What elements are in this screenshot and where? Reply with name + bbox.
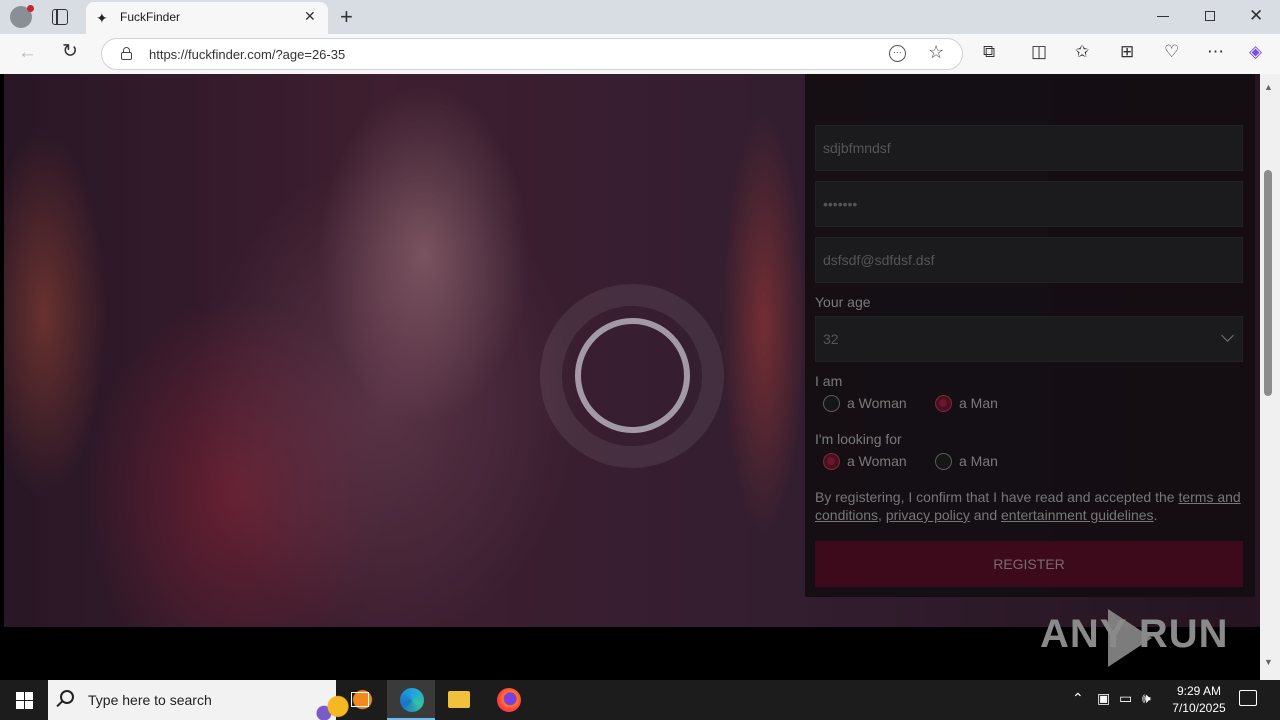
search-icon (60, 690, 74, 704)
site-favicon-icon: ✦ (96, 10, 108, 26)
browser-titlebar: ✦ FuckFinder ✕ + ✕ (0, 0, 1280, 34)
i-am-woman-label[interactable]: a Woman (847, 395, 907, 411)
taskbar-explorer-button[interactable] (435, 680, 483, 720)
looking-for-woman-radio[interactable] (823, 453, 840, 470)
i-am-label: I am (815, 373, 843, 389)
edge-icon (400, 688, 424, 712)
reload-icon[interactable]: ↻ (62, 40, 78, 63)
username-field[interactable]: sdjbfmndsf (815, 125, 1243, 171)
browser-toolbar: ← ↻ https://fuckfinder.com/?age=26-35 ··… (0, 34, 1280, 74)
windows-taskbar: Type here to search ⌃ ▣ ▭ 🕪 9:29 AM 7/10… (0, 680, 1280, 720)
window-restore-button[interactable] (1205, 11, 1215, 21)
extensions-icon[interactable]: ⧉ (983, 42, 995, 62)
task-view-button[interactable] (336, 680, 384, 720)
legal-consent-text: By registering, I confirm that I have re… (815, 488, 1243, 524)
i-am-man-label[interactable]: a Man (959, 395, 998, 411)
window-close-button[interactable]: ✕ (1249, 6, 1263, 26)
taskbar-firefox-button[interactable] (484, 680, 532, 720)
tab-close-icon[interactable]: ✕ (304, 8, 316, 25)
register-button[interactable]: REGISTER (815, 541, 1243, 587)
site-info-lock-icon[interactable] (121, 47, 132, 60)
read-aloud-icon[interactable]: ··· (889, 45, 906, 62)
looking-for-woman-label[interactable]: a Woman (847, 453, 907, 469)
clock-date: 7/10/2025 (1172, 701, 1226, 715)
copilot-icon[interactable]: ◈ (1249, 42, 1262, 62)
i-am-woman-radio[interactable] (823, 395, 840, 412)
scroll-up-icon[interactable]: ▲ (1264, 82, 1273, 92)
meet-now-icon[interactable]: ▣ (1097, 690, 1110, 707)
favorite-star-icon[interactable]: ☆ (928, 42, 944, 63)
tab-title: FuckFinder (120, 10, 181, 24)
looking-for-man-label[interactable]: a Man (959, 453, 998, 469)
scrollbar-thumb[interactable] (1264, 170, 1272, 396)
web-page: sdjbfmndsf ••••••• dsfsdf@sdfdsf.dsf You… (0, 74, 1280, 680)
network-icon[interactable]: ▭ (1119, 690, 1132, 707)
back-arrow-icon[interactable]: ← (18, 42, 37, 64)
address-bar[interactable]: https://fuckfinder.com/?age=26-35 ··· ☆ (101, 38, 963, 70)
window-minimize-button[interactable] (1157, 16, 1169, 17)
taskbar-edge-button[interactable] (387, 680, 435, 720)
settings-more-icon[interactable]: ⋯ (1207, 42, 1224, 62)
loading-spinner-icon (575, 318, 690, 433)
age-select[interactable]: 32 (815, 316, 1243, 362)
new-tab-button[interactable]: + (340, 4, 353, 30)
taskbar-clock[interactable]: 9:29 AM 7/10/2025 (1164, 683, 1234, 717)
firefox-icon (497, 688, 521, 712)
anyrun-watermark: ANY RUN (1040, 612, 1229, 656)
looking-for-man-radio[interactable] (935, 453, 952, 470)
task-view-icon (351, 692, 369, 707)
age-select-value: 32 (823, 331, 839, 347)
taskbar-search-placeholder[interactable]: Type here to search (88, 692, 212, 708)
legal-and: and (969, 507, 1001, 523)
registration-form: sdjbfmndsf ••••••• dsfsdf@sdfdsf.dsf You… (805, 74, 1255, 597)
notifications-icon[interactable] (1239, 690, 1257, 706)
windows-start-icon[interactable] (16, 692, 33, 709)
tab-active[interactable]: ✦ FuckFinder ✕ (86, 2, 328, 34)
collections-icon[interactable]: ⊞ (1120, 42, 1134, 62)
entertainment-guidelines-link[interactable]: entertainment guidelines (1001, 507, 1154, 523)
volume-icon[interactable]: 🕪 (1142, 690, 1151, 707)
show-hidden-icons-chevron-icon[interactable]: ⌃ (1072, 690, 1084, 707)
tab-actions-icon[interactable] (52, 9, 68, 25)
url-text[interactable]: https://fuckfinder.com/?age=26-35 (149, 47, 345, 62)
password-field[interactable]: ••••••• (815, 181, 1243, 227)
legal-suffix: . (1153, 507, 1158, 523)
page-scrollbar[interactable]: ▲ ▼ (1260, 74, 1280, 680)
browser-essentials-icon[interactable]: ♡ (1164, 42, 1179, 62)
looking-for-label: I'm looking for (815, 431, 902, 447)
taskbar-search-box[interactable]: Type here to search (48, 680, 380, 720)
email-field[interactable]: dsfsdf@sdfdsf.dsf (815, 237, 1243, 283)
i-am-man-radio[interactable] (935, 395, 952, 412)
favorites-icon[interactable]: ✩ (1075, 42, 1089, 62)
legal-separator: , (878, 507, 886, 523)
chevron-down-icon (1221, 329, 1234, 342)
clock-time: 9:29 AM (1176, 684, 1222, 698)
age-label: Your age (815, 294, 871, 310)
profile-notification-dot (27, 5, 34, 12)
legal-prefix: By registering, I confirm that I have re… (815, 489, 1179, 505)
privacy-policy-link[interactable]: privacy policy (886, 507, 970, 523)
split-screen-icon[interactable]: ◫ (1031, 42, 1047, 62)
file-explorer-icon (448, 691, 470, 708)
scroll-down-icon[interactable]: ▼ (1264, 657, 1273, 667)
